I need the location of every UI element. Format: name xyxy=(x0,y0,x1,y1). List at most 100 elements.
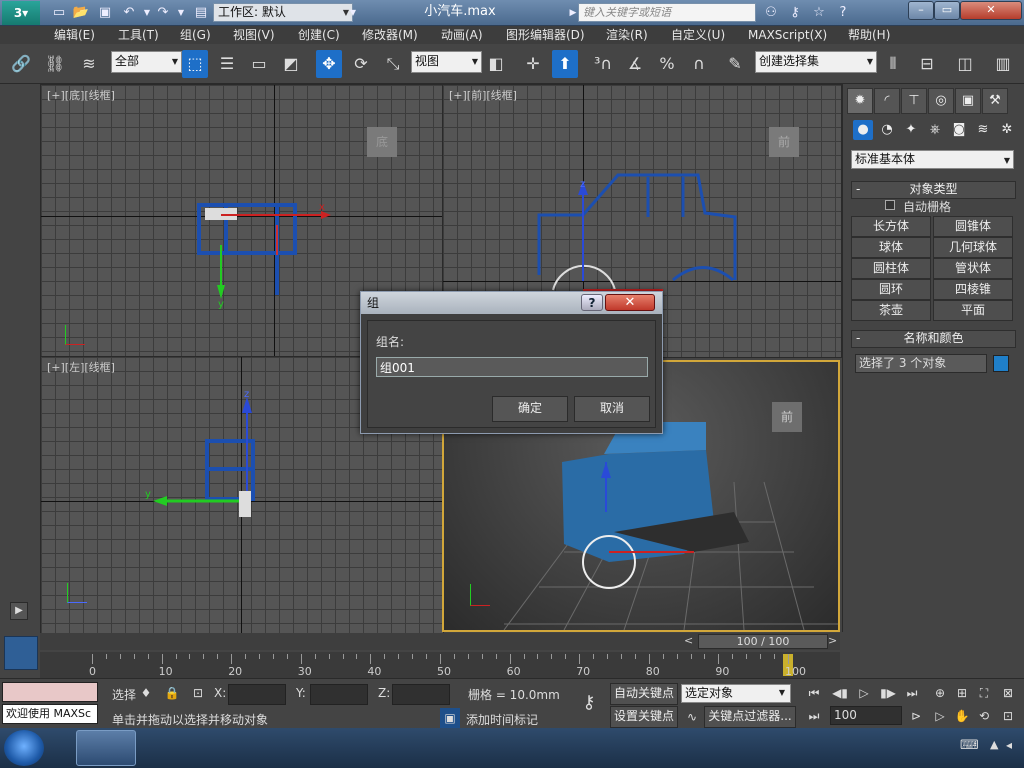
close-button[interactable]: ✕ xyxy=(960,1,1022,20)
key-mode-toggle-icon[interactable]: ⏭ xyxy=(804,706,824,726)
redo-icon[interactable]: ↷ xyxy=(154,4,172,22)
pan-icon[interactable]: ✋ xyxy=(952,706,972,726)
previous-frame-icon[interactable]: ◀▮ xyxy=(830,683,850,703)
menu-tools[interactable]: 工具(T) xyxy=(118,26,159,44)
key-filters-button[interactable]: 关键点过滤器... xyxy=(704,706,796,728)
reference-coordinate-select[interactable]: 视图 xyxy=(411,51,482,73)
time-next-icon[interactable]: > xyxy=(828,634,840,647)
menu-group[interactable]: 组(G) xyxy=(180,26,211,44)
helpers-icon[interactable]: ◙ xyxy=(949,120,969,140)
select-manipulate-icon[interactable]: ✛ xyxy=(520,50,546,78)
spinner-snap-icon[interactable]: ∩ xyxy=(686,50,712,78)
menu-edit[interactable]: 编辑(E) xyxy=(54,26,95,44)
set-key-button[interactable]: 设置关键点 xyxy=(610,706,678,728)
layer-manager-icon[interactable]: ◫ xyxy=(952,50,978,78)
graphite-tools-icon[interactable]: ▥ xyxy=(990,50,1016,78)
star-icon[interactable]: ☆ xyxy=(810,4,828,22)
binoculars-icon[interactable]: ⚇ xyxy=(762,4,780,22)
plane-button[interactable]: 平面 xyxy=(933,300,1013,321)
display-tab-icon[interactable]: ▣ xyxy=(955,88,981,114)
search-input[interactable]: 键入关键字或短语 xyxy=(578,3,756,22)
cancel-button[interactable]: 取消 xyxy=(574,396,650,422)
time-tag-icon[interactable]: ▣ xyxy=(440,708,460,728)
welcome-text[interactable]: 欢迎使用 MAXSc xyxy=(2,704,98,724)
snaps-toggle-icon[interactable]: ³∩ xyxy=(590,50,616,78)
key-filters-curve-icon[interactable]: ∿ xyxy=(682,707,702,727)
time-slider-thumb[interactable]: 100 / 100 xyxy=(698,634,828,649)
utilities-tab-icon[interactable]: ⚒ xyxy=(982,88,1008,114)
teapot-button[interactable]: 茶壶 xyxy=(851,300,931,321)
name-color-rollout-header[interactable]: - 名称和颜色 xyxy=(851,330,1016,348)
app-logo-icon[interactable]: 3▾ xyxy=(2,1,40,25)
y-coordinate-field[interactable] xyxy=(310,684,368,705)
menu-customize[interactable]: 自定义(U) xyxy=(671,26,725,44)
menu-graph-editors[interactable]: 图形编辑器(D) xyxy=(506,26,585,44)
key-mode-dropdown-icon[interactable]: ▼ xyxy=(772,683,792,703)
help-icon[interactable]: ? xyxy=(834,4,852,22)
systems-icon[interactable]: ✲ xyxy=(997,120,1017,140)
bind-space-warp-icon[interactable]: ≋ xyxy=(76,50,102,78)
edit-named-selection-icon[interactable]: ✎ xyxy=(722,50,748,78)
orbit-icon[interactable]: ⟲ xyxy=(974,706,994,726)
menu-create[interactable]: 创建(C) xyxy=(298,26,340,44)
create-tab-icon[interactable]: ✹ xyxy=(847,88,873,114)
maximize-button[interactable]: ▭ xyxy=(934,1,960,20)
menu-views[interactable]: 视图(V) xyxy=(233,26,275,44)
keyboard-icon[interactable]: ⌨ xyxy=(960,738,979,753)
maxscript-listener-mini[interactable] xyxy=(2,682,98,702)
field-of-view-icon[interactable]: ▷ xyxy=(930,706,950,726)
time-prev-icon[interactable]: < xyxy=(684,634,696,647)
mirror-icon[interactable]: ⫴ xyxy=(880,50,906,78)
percent-snap-icon[interactable]: % xyxy=(654,50,680,78)
ok-button[interactable]: 确定 xyxy=(492,396,568,422)
auto-grid-checkbox[interactable] xyxy=(885,200,895,210)
unlink-icon[interactable]: ⛓ xyxy=(42,50,68,78)
select-by-name-icon[interactable]: ☰ xyxy=(214,50,240,78)
go-to-start-icon[interactable]: ⏮ xyxy=(804,683,824,703)
object-color-swatch[interactable] xyxy=(993,355,1009,372)
group-name-input[interactable] xyxy=(376,357,648,377)
maximize-viewport-icon[interactable]: ⊡ xyxy=(998,706,1018,726)
space-warps-icon[interactable]: ≋ xyxy=(973,120,993,140)
x-coordinate-field[interactable] xyxy=(228,684,286,705)
menu-maxscript[interactable]: MAXScript(X) xyxy=(748,26,827,44)
lock-selection-icon[interactable]: 🔒 xyxy=(162,683,182,703)
selection-filter-select[interactable]: 全部 xyxy=(111,51,182,73)
tube-button[interactable]: 管状体 xyxy=(933,258,1013,279)
named-selection-select[interactable]: 创建选择集 xyxy=(755,51,877,73)
time-slider[interactable]: < 100 / 100 > xyxy=(40,633,840,650)
track-bar[interactable]: 0 10 20 30 40 50 60 70 80 90 100 xyxy=(40,652,840,678)
pivot-center-icon[interactable]: ◧ xyxy=(483,50,509,78)
open-icon[interactable]: 📂 xyxy=(72,4,90,22)
window-crossing-icon[interactable]: ◩ xyxy=(278,50,304,78)
menu-help[interactable]: 帮助(H) xyxy=(848,26,890,44)
link-icon[interactable]: 🔗 xyxy=(8,50,34,78)
rectangle-selection-icon[interactable]: ▭ xyxy=(246,50,272,78)
select-and-scale-icon[interactable]: ⤡ xyxy=(380,50,406,78)
motion-tab-icon[interactable]: ◎ xyxy=(928,88,954,114)
object-type-rollout-header[interactable]: - 对象类型 xyxy=(851,181,1016,199)
taskbar-3dsmax-app[interactable] xyxy=(76,730,136,766)
box-button[interactable]: 长方体 xyxy=(851,216,931,237)
keyboard-shortcut-override-icon[interactable]: ⬆ xyxy=(552,50,578,78)
pyramid-button[interactable]: 四棱锥 xyxy=(933,279,1013,300)
volume-icon[interactable]: ◂ xyxy=(1006,738,1012,752)
zoom-icon[interactable]: ⊕ xyxy=(930,683,950,703)
time-configuration-icon[interactable]: ⊳ xyxy=(906,706,926,726)
viewport-layout-icon[interactable] xyxy=(4,636,38,670)
cone-button[interactable]: 圆锥体 xyxy=(933,216,1013,237)
angle-snap-icon[interactable]: ∡ xyxy=(622,50,648,78)
save-icon[interactable]: ▣ xyxy=(96,4,114,22)
select-object-icon[interactable]: ⬚ xyxy=(182,50,208,78)
menu-modifiers[interactable]: 修改器(M) xyxy=(362,26,418,44)
cameras-icon[interactable]: ⎈ xyxy=(925,120,945,140)
hierarchy-tab-icon[interactable]: ⊤ xyxy=(901,88,927,114)
cylinder-button[interactable]: 圆柱体 xyxy=(851,258,931,279)
play-icon[interactable]: ▷ xyxy=(854,683,874,703)
lights-icon[interactable]: ✦ xyxy=(901,120,921,140)
modify-tab-icon[interactable]: ◜ xyxy=(874,88,900,114)
undo-icon[interactable]: ↶ xyxy=(120,4,138,22)
auto-key-button[interactable]: 自动关键点 xyxy=(610,683,678,705)
next-frame-icon[interactable]: ▮▶ xyxy=(878,683,898,703)
new-icon[interactable]: ▭ xyxy=(50,4,68,22)
